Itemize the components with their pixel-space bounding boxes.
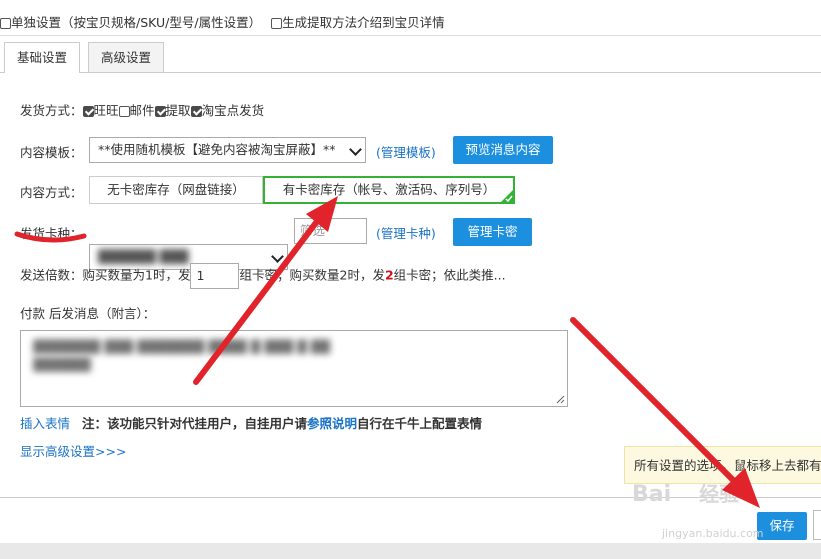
separate-setting-option[interactable]: 单独设置（按宝贝规格/SKU/型号/属性设置） bbox=[0, 15, 265, 30]
save-button[interactable]: 保存 bbox=[757, 512, 807, 540]
chevron-down-icon bbox=[349, 143, 362, 156]
manage-card-type-link[interactable]: (管理卡种) bbox=[376, 223, 436, 242]
tab-bar: 基础设置 高级设置 bbox=[0, 42, 821, 73]
template-label: 内容模板： bbox=[20, 145, 83, 160]
content-mode-label: 内容方式： bbox=[20, 185, 83, 200]
message-textarea[interactable]: ▓▓▓▓▓▓▓ ▓▓▓ ▓▓▓▓▓▓▓ ▓▓▓▓ ▓ ▓▓▓ ▓ ▓▓ ▓▓▓▓… bbox=[20, 330, 568, 407]
tab-advanced-settings[interactable]: 高级设置 bbox=[88, 42, 165, 72]
footer-strip bbox=[0, 543, 821, 559]
intro-checkbox[interactable] bbox=[271, 18, 283, 29]
manage-cards-button[interactable]: 管理卡密 bbox=[453, 218, 532, 246]
template-select[interactable]: **使用随机模板【避免内容被淘宝屏蔽】** bbox=[89, 137, 366, 163]
send-multiple-row: 发送倍数：购买数量为1时，发 1 组卡密；购买数量2时，发2组卡密；依此类推... bbox=[20, 263, 506, 289]
cancel-button[interactable] bbox=[813, 510, 821, 540]
card-filter-input[interactable]: 筛选 bbox=[294, 218, 367, 244]
wangwang-checkbox[interactable] bbox=[82, 106, 94, 117]
message-label: 付款 后发消息（附言）： bbox=[20, 306, 156, 321]
multiple-input[interactable]: 1 bbox=[190, 263, 240, 289]
emoji-note-row: 插入表情 注：该功能只针对代挂用户，自挂用户请参照说明自行在千牛上配置表情 bbox=[20, 416, 483, 431]
taobao-ship-checkbox[interactable] bbox=[190, 106, 202, 117]
content-option-no-card[interactable]: 无卡密库存（网盘链接） bbox=[89, 176, 263, 204]
extract-checkbox[interactable] bbox=[154, 106, 166, 117]
intro-option[interactable]: 生成提取方法介绍到宝贝详情 bbox=[271, 15, 445, 30]
card-type-label: 发货卡种： bbox=[20, 226, 83, 241]
baidu-watermark: Bai 经验 bbox=[632, 482, 740, 507]
top-options: 单独设置（按宝贝规格/SKU/型号/属性设置） 生成提取方法介绍到宝贝详情 bbox=[0, 12, 451, 31]
email-checkbox[interactable] bbox=[118, 106, 130, 117]
reference-doc-link[interactable]: 参照说明 bbox=[307, 416, 357, 431]
separate-setting-checkbox[interactable] bbox=[0, 18, 11, 29]
baidu-url-watermark: jingyan.baidu.com bbox=[662, 527, 764, 540]
delivery-method-label: 发货方式： bbox=[20, 103, 83, 118]
insert-emoji-link[interactable]: 插入表情 bbox=[20, 416, 70, 431]
preview-message-button[interactable]: 预览消息内容 bbox=[453, 136, 553, 164]
resize-handle-icon[interactable] bbox=[556, 395, 565, 404]
manage-template-link[interactable]: (管理模板) bbox=[376, 142, 436, 161]
delivery-method-row: 发货方式： 旺旺 邮件 提取 淘宝点发货 bbox=[20, 103, 265, 118]
show-advanced-link[interactable]: 显示高级设置>>> bbox=[20, 441, 126, 460]
content-option-with-card[interactable]: 有卡密库存（帐号、激活码、序列号） bbox=[263, 176, 515, 204]
divider bbox=[0, 35, 821, 36]
tab-basic-settings[interactable]: 基础设置 bbox=[4, 42, 81, 73]
chevron-down-icon bbox=[271, 250, 284, 263]
selected-check-icon bbox=[500, 189, 514, 203]
